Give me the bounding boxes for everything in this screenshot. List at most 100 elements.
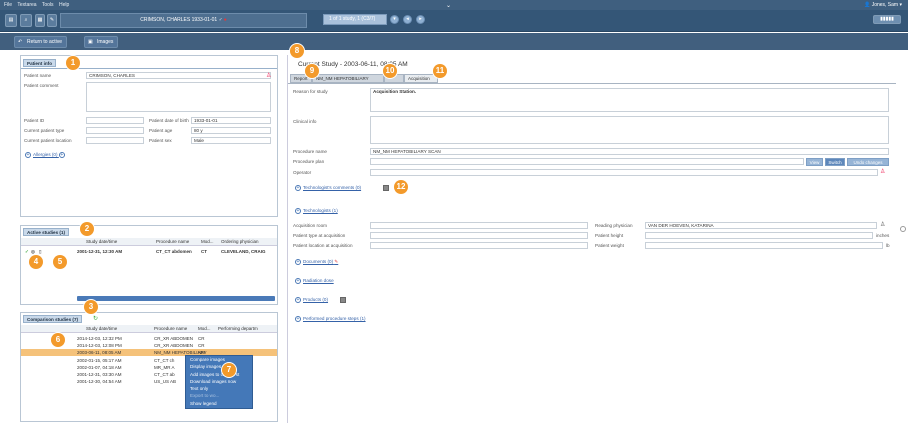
tab-acquisition-label: Acquisition: [408, 76, 430, 81]
menu-file[interactable]: File: [4, 2, 12, 8]
expand-icon: +: [295, 208, 301, 214]
operator-field[interactable]: [370, 169, 878, 176]
edit-icon[interactable]: ✎: [47, 14, 57, 27]
row-ordering: CLEVELAND, CRAIG: [221, 249, 266, 254]
table-row[interactable]: ✓ ◎ ▯ 2001-12-31, 12:30 AM CT_CT abdomen…: [21, 248, 277, 255]
active-studies-header: Study date/time Procedure name Mod... Or…: [21, 238, 277, 246]
menu-item-display[interactable]: Display images: [186, 363, 252, 370]
menu-help[interactable]: Help: [59, 2, 69, 8]
ploc-acq-label: Patient location at acquisition: [293, 243, 353, 248]
active-studies-tab-label: Active studies (1): [27, 230, 66, 235]
steps-link[interactable]: + Performed procedure steps (1): [295, 316, 366, 322]
sub-toolbar: ↶ Return to active ▣ Images: [0, 33, 908, 50]
tab-comparison-studies[interactable]: Comparison studies (7): [23, 315, 83, 323]
study-navigator[interactable]: 1 of 1 study, 1 (C3/7): [323, 14, 387, 25]
undo-changes-button[interactable]: Undo changes: [847, 158, 889, 166]
col-procedure[interactable]: Procedure name: [154, 325, 187, 332]
study-nav-label: 1 of 1 study, 1 (C3/7): [329, 16, 376, 22]
tab-acquisition[interactable]: Acquisition: [404, 74, 438, 83]
documents-link[interactable]: + Documents (0) ✎: [295, 259, 338, 265]
divider: [21, 68, 277, 69]
procedure-plan-field[interactable]: [370, 158, 804, 165]
allergies-label: Allergies (0): [33, 152, 58, 158]
eye-icon[interactable]: ◎: [31, 248, 35, 255]
clipboard-icon[interactable]: ▦: [35, 14, 45, 27]
pencil-icon[interactable]: ✎: [334, 259, 338, 264]
products-add-icon[interactable]: [340, 297, 346, 303]
horizontal-scrollbar[interactable]: [77, 296, 275, 301]
col-study-date[interactable]: Study date/time: [86, 238, 117, 245]
menu-item-download[interactable]: Download images now: [186, 378, 252, 385]
col-procedure[interactable]: Procedure name: [156, 238, 189, 245]
menu-item-text-only[interactable]: Text only: [186, 385, 252, 392]
ptype-acq-field: [370, 232, 588, 239]
tab-procedure[interactable]: NM_NM HEPATOBILIARY: [312, 74, 384, 83]
steps-label: Performed procedure steps (1): [303, 316, 366, 322]
tech-comments-link[interactable]: + Technologist's comments (0): [295, 185, 361, 191]
reading-physician-label: Reading physician: [595, 223, 633, 228]
search-icon[interactable]: ⌕: [20, 14, 32, 27]
col-performing[interactable]: Performing departm: [218, 325, 258, 332]
weight-field[interactable]: [645, 242, 883, 249]
badge-2: 2: [80, 222, 94, 236]
row-procedure: CR_XR ABDOMEN: [154, 343, 194, 349]
col-study-date[interactable]: Study date/time: [86, 325, 117, 332]
person-icon[interactable]: ♙: [880, 221, 885, 228]
tab-active-studies[interactable]: Active studies (1): [23, 228, 70, 236]
technologists-link[interactable]: + Technologists (1): [295, 208, 338, 214]
images-button[interactable]: ▣ Images: [84, 36, 119, 48]
expand-icon: +: [295, 185, 301, 191]
person-icon[interactable]: ♙: [266, 72, 271, 79]
comparison-tab-label: Comparison studies (7): [27, 317, 79, 322]
col-ordering[interactable]: Ordering physician: [221, 238, 259, 245]
col-mod[interactable]: Mod...: [201, 238, 214, 245]
comment-add-icon[interactable]: [383, 185, 389, 191]
documents-label: Documents (0): [303, 259, 334, 265]
allergies-link[interactable]: + Allergies (0) +: [25, 152, 67, 158]
refresh-icon[interactable]: ↻: [93, 315, 98, 322]
toolbar-right-label: ▮▮▮▮▮: [880, 16, 894, 22]
reason-field[interactable]: Acquisition Station.: [370, 88, 889, 112]
worklist-icon[interactable]: ▤: [5, 14, 17, 27]
return-to-active-button[interactable]: ↶ Return to active: [14, 36, 68, 48]
tab-report-label: Report: [294, 76, 308, 81]
next-study-icon[interactable]: ▸: [416, 15, 425, 24]
menu-item-compare[interactable]: Compare images: [186, 356, 252, 363]
person-icon[interactable]: ♙: [880, 168, 885, 175]
col-mod[interactable]: Mod...: [198, 325, 211, 332]
products-link[interactable]: + Products (0): [295, 297, 328, 303]
add-allergy-icon[interactable]: +: [58, 152, 65, 158]
dob-label: Patient date of birth: [149, 118, 189, 123]
patient-comment-field[interactable]: [86, 82, 271, 112]
prev-study-icon[interactable]: ◂: [403, 15, 412, 24]
clinical-field[interactable]: [370, 116, 889, 144]
menu-item-legend[interactable]: Show legend: [186, 400, 252, 407]
male-icon: ♂: [218, 17, 223, 23]
row-procedure: US_US AB: [154, 379, 177, 385]
toolbar-right-button[interactable]: ▮▮▮▮▮: [873, 15, 901, 24]
view-button[interactable]: View: [806, 158, 823, 166]
user-menu[interactable]: 👤 Jones, Sam ▾: [864, 0, 902, 10]
menu-item-export: Export to wo...: [190, 393, 220, 399]
row-procedure: CT_CT abdomen: [156, 249, 192, 254]
switch-button[interactable]: Switch: [825, 158, 845, 166]
menu-textarea[interactable]: Textarea: [17, 2, 36, 8]
acq-room-field: [370, 222, 588, 229]
dropdown-icon[interactable]: ▾: [390, 15, 399, 24]
row-date: 2001-12-31, 03:30 AM: [77, 372, 122, 377]
badge-5: 5: [53, 255, 67, 269]
document-icon[interactable]: ▯: [39, 248, 41, 255]
menu-tools[interactable]: Tools: [42, 2, 54, 8]
patient-title: CRIMSON, CHARLES 1933-01-01: [140, 17, 218, 23]
radiation-link[interactable]: + Radiation dose: [295, 278, 334, 284]
return-label: Return to active: [27, 39, 63, 45]
procedure-plan-label: Procedure plan: [293, 159, 325, 164]
height-field[interactable]: [645, 232, 873, 239]
height-label: Patient height: [595, 233, 624, 238]
expand-icon: +: [295, 259, 301, 265]
right-edge-handle[interactable]: [900, 226, 906, 232]
tab-patient-info[interactable]: Patient info: [23, 59, 57, 67]
menu-item-add-images[interactable]: Add images to clinical st: [186, 371, 252, 378]
tab-underline: [288, 83, 896, 84]
minimize-icon[interactable]: ⌄: [446, 2, 451, 9]
